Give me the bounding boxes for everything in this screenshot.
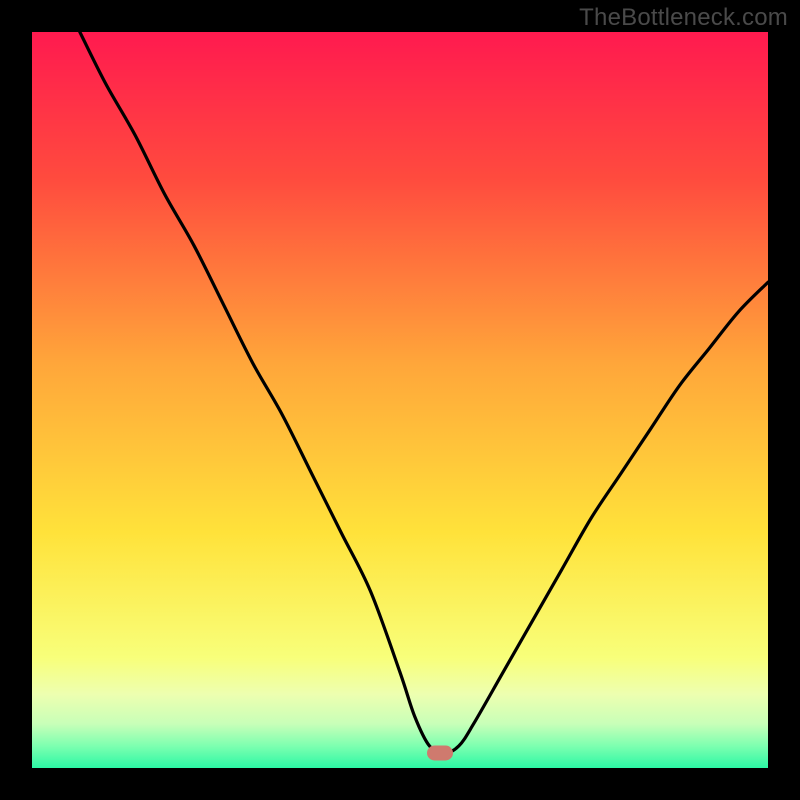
bottleneck-curve: [32, 32, 768, 768]
watermark-text: TheBottleneck.com: [579, 4, 788, 32]
chart-frame: TheBottleneck.com: [0, 0, 800, 800]
plot-area: [32, 32, 768, 768]
optimal-point-marker: [427, 746, 453, 761]
